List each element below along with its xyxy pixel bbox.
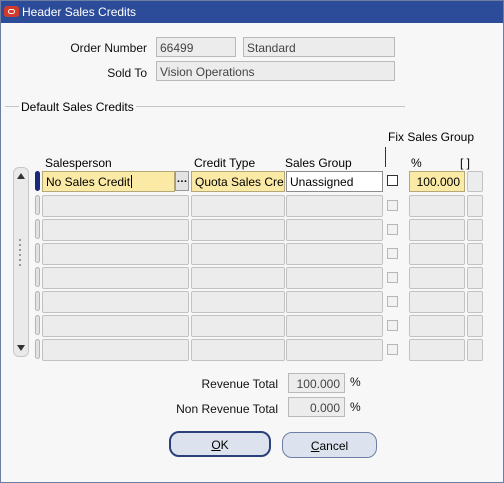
oracle-icon bbox=[4, 6, 19, 17]
non-revenue-total-label: Non Revenue Total bbox=[176, 402, 278, 416]
percent-header: % bbox=[411, 156, 422, 170]
revenue-unit: % bbox=[350, 375, 361, 389]
percent-cell[interactable] bbox=[409, 339, 465, 361]
credit-type-cell[interactable] bbox=[191, 315, 285, 337]
header-sales-credits-window: Header Sales Credits Order Number 66499 … bbox=[0, 0, 504, 483]
scroll-down-icon[interactable] bbox=[17, 345, 25, 351]
fix-sales-group-checkbox[interactable] bbox=[387, 248, 398, 259]
non-revenue-unit: % bbox=[350, 400, 361, 414]
fix-sales-group-header: Fix Sales Group bbox=[388, 130, 475, 144]
salesperson-header: Salesperson bbox=[45, 156, 112, 170]
credit-type-cell[interactable] bbox=[191, 195, 285, 217]
percent-cell[interactable] bbox=[409, 291, 465, 313]
flexfield-cell[interactable] bbox=[467, 243, 483, 265]
salesperson-cell[interactable] bbox=[42, 267, 189, 289]
flexfield-cell[interactable] bbox=[467, 291, 483, 313]
sales-group-field[interactable]: Unassigned bbox=[286, 171, 383, 192]
credit-type-cell[interactable] bbox=[191, 339, 285, 361]
credit-type-field[interactable]: Quota Sales Credit bbox=[191, 171, 285, 192]
fix-sales-group-checkbox[interactable] bbox=[387, 296, 398, 307]
flexfield-header: [ ] bbox=[460, 156, 471, 170]
order-number-field[interactable]: 66499 bbox=[156, 37, 236, 57]
salesperson-field[interactable]: No Sales Credit bbox=[42, 171, 175, 192]
column-separator bbox=[385, 147, 386, 167]
percent-field[interactable]: 100.000 bbox=[409, 171, 465, 192]
fix-sales-group-checkbox[interactable] bbox=[387, 320, 398, 331]
percent-cell[interactable] bbox=[409, 267, 465, 289]
fix-sales-group-checkbox[interactable] bbox=[387, 344, 398, 355]
revenue-total-label: Revenue Total bbox=[201, 377, 279, 391]
row-indicator[interactable] bbox=[35, 339, 40, 359]
sales-group-cell[interactable] bbox=[286, 195, 383, 217]
salesperson-cell[interactable] bbox=[42, 219, 189, 241]
list-of-values-button[interactable]: … bbox=[175, 171, 189, 191]
scroll-up-icon[interactable] bbox=[17, 173, 25, 179]
row-indicator[interactable] bbox=[35, 171, 40, 191]
sold-to-label: Sold To bbox=[107, 66, 147, 80]
credit-type-cell[interactable] bbox=[191, 219, 285, 241]
credit-type-header: Credit Type bbox=[194, 156, 256, 170]
flexfield-cell[interactable] bbox=[467, 267, 483, 289]
salesperson-cell[interactable] bbox=[42, 291, 189, 313]
flexfield-cell[interactable] bbox=[467, 171, 483, 192]
ok-button[interactable]: OK bbox=[169, 431, 271, 457]
sales-group-cell[interactable] bbox=[286, 219, 383, 241]
non-revenue-total-field[interactable]: 0.000 bbox=[288, 397, 345, 417]
row-indicator[interactable] bbox=[35, 267, 40, 287]
salesperson-value: No Sales Credit bbox=[46, 175, 131, 189]
percent-cell[interactable] bbox=[409, 195, 465, 217]
cancel-label-rest: ancel bbox=[319, 439, 349, 453]
sales-group-cell[interactable] bbox=[286, 339, 383, 361]
section-title: Default Sales Credits bbox=[19, 100, 136, 114]
salesperson-cell[interactable] bbox=[42, 339, 189, 361]
fix-sales-group-checkbox[interactable] bbox=[387, 175, 398, 186]
cancel-button[interactable]: Cancel bbox=[282, 432, 377, 458]
row-indicator[interactable] bbox=[35, 219, 40, 239]
revenue-total-field[interactable]: 100.000 bbox=[288, 373, 345, 393]
sold-to-field[interactable]: Vision Operations bbox=[156, 61, 395, 81]
title-bar: Header Sales Credits bbox=[1, 1, 503, 23]
row-indicator[interactable] bbox=[35, 315, 40, 335]
flexfield-cell[interactable] bbox=[467, 195, 483, 217]
ok-label-rest: K bbox=[220, 438, 229, 452]
credit-type-cell[interactable] bbox=[191, 243, 285, 265]
table-scrollbar[interactable] bbox=[13, 167, 29, 357]
row-indicator[interactable] bbox=[35, 243, 40, 263]
scroll-grip-icon[interactable] bbox=[17, 236, 25, 276]
percent-cell[interactable] bbox=[409, 219, 465, 241]
flexfield-cell[interactable] bbox=[467, 219, 483, 241]
sales-group-cell[interactable] bbox=[286, 291, 383, 313]
text-caret bbox=[131, 175, 133, 188]
percent-cell[interactable] bbox=[409, 243, 465, 265]
row-indicator[interactable] bbox=[35, 291, 40, 311]
salesperson-cell[interactable] bbox=[42, 243, 189, 265]
flexfield-cell[interactable] bbox=[467, 339, 483, 361]
fix-sales-group-checkbox[interactable] bbox=[387, 224, 398, 235]
salesperson-cell[interactable] bbox=[42, 195, 189, 217]
sales-group-cell[interactable] bbox=[286, 315, 383, 337]
fix-sales-group-checkbox[interactable] bbox=[387, 200, 398, 211]
sales-group-cell[interactable] bbox=[286, 243, 383, 265]
order-type-field[interactable]: Standard bbox=[243, 37, 395, 57]
ok-mnemonic: O bbox=[211, 438, 221, 452]
window-title: Header Sales Credits bbox=[22, 5, 137, 19]
credit-type-cell[interactable] bbox=[191, 267, 285, 289]
row-indicator[interactable] bbox=[35, 195, 40, 215]
fix-sales-group-checkbox[interactable] bbox=[387, 272, 398, 283]
flexfield-cell[interactable] bbox=[467, 315, 483, 337]
percent-cell[interactable] bbox=[409, 315, 465, 337]
salesperson-cell[interactable] bbox=[42, 315, 189, 337]
order-number-label: Order Number bbox=[70, 41, 147, 55]
credit-type-cell[interactable] bbox=[191, 291, 285, 313]
sales-group-cell[interactable] bbox=[286, 267, 383, 289]
sales-group-header: Sales Group bbox=[285, 156, 352, 170]
